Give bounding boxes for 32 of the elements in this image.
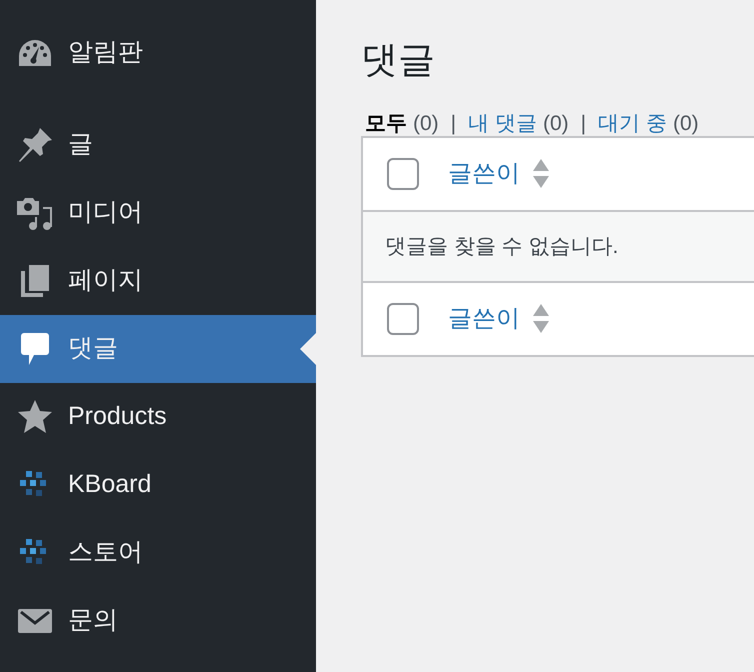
menu-item[interactable]: Products [0, 383, 316, 451]
menu-item[interactable]: 미디어 [0, 179, 316, 247]
menu-item[interactable]: 스토어 [0, 519, 316, 587]
filter-separator: | [580, 110, 586, 137]
filter-count: (0) [542, 110, 569, 137]
gauge-icon [19, 40, 51, 66]
filter-count: (0) [413, 110, 439, 137]
camera-music-icon [17, 195, 53, 231]
checkbox[interactable] [387, 303, 419, 336]
menu-item[interactable]: 페이지 [0, 247, 316, 315]
checkbox[interactable] [387, 158, 419, 190]
speech-bubble-icon [21, 333, 49, 365]
empty-message: 댓글을 찾을 수 없습니다. [385, 234, 618, 260]
filter-link[interactable]: 내 댓글 [468, 108, 537, 140]
menu-item[interactable]: 문의 [0, 587, 316, 655]
column-sort-link[interactable]: 글쓴이 [448, 156, 520, 192]
sort-icon [532, 159, 550, 190]
star-icon [17, 399, 53, 435]
pages-icon [21, 265, 49, 297]
menu-item[interactable]: 댓글 [0, 315, 316, 383]
filter-separator: | [450, 110, 456, 137]
menu-item[interactable]: 글 [0, 111, 316, 179]
menu-item[interactable]: KBoard [0, 451, 316, 519]
sort-icon [532, 304, 550, 334]
filter-link[interactable]: 모두 [365, 108, 407, 140]
column-sort-link[interactable]: 글쓴이 [448, 301, 520, 338]
page-title: 댓글 [361, 38, 436, 82]
filter-count: (0) [672, 110, 699, 137]
pushpin-icon [18, 128, 52, 162]
envelope-icon [18, 609, 52, 633]
filter-link[interactable]: 대기 중 [598, 108, 667, 140]
menu-item[interactable]: 알림판 [0, 19, 316, 87]
